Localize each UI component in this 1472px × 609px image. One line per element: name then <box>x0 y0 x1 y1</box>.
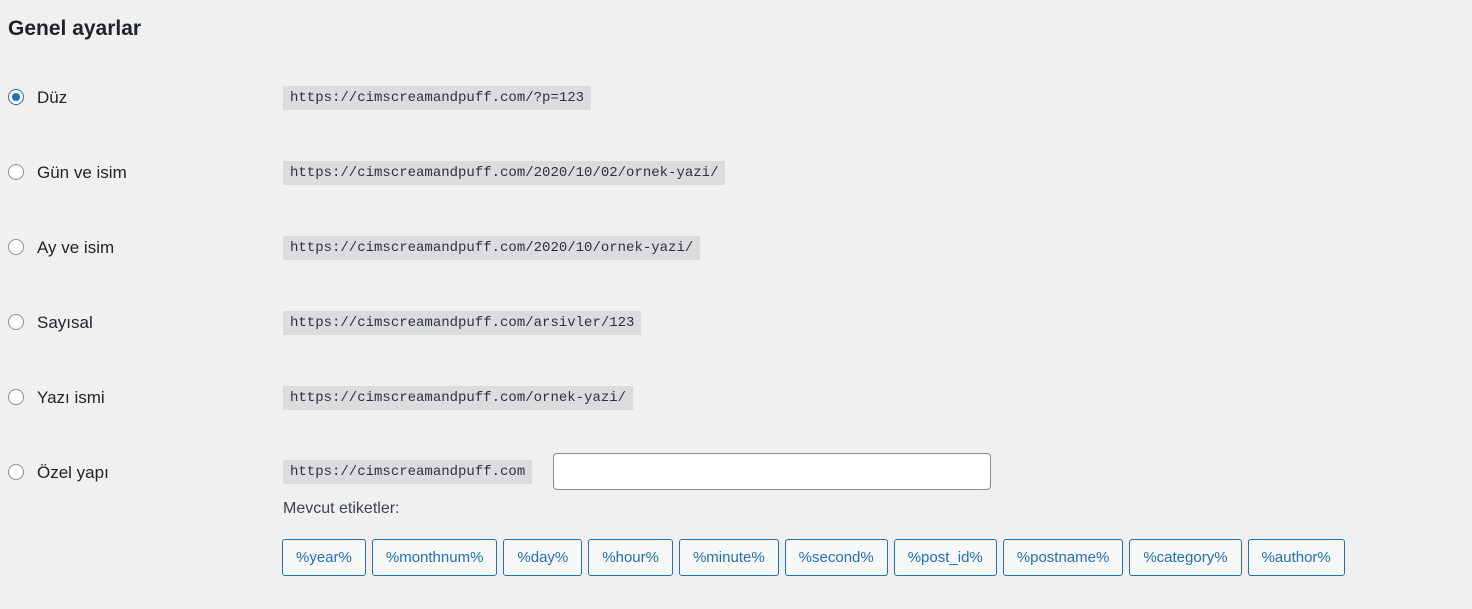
custom-structure-prefix: https://cimscreamandpuff.com <box>283 460 533 484</box>
example-url-ay-ve-isim: https://cimscreamandpuff.com/2020/10/orn… <box>283 236 701 260</box>
option-label-ozel-yapi[interactable]: Özel yapı <box>37 463 109 483</box>
option-label-gun-ve-isim[interactable]: Gün ve isim <box>37 163 127 183</box>
option-label-sayisal[interactable]: Sayısal <box>37 313 93 333</box>
tag-author-button[interactable]: %author% <box>1247 539 1345 576</box>
tag-second-button[interactable]: %second% <box>784 539 888 576</box>
tag-day-button[interactable]: %day% <box>503 539 583 576</box>
tag-monthnum-button[interactable]: %monthnum% <box>371 539 498 576</box>
tag-category-button[interactable]: %category% <box>1129 539 1242 576</box>
tag-hour-button[interactable]: %hour% <box>588 539 673 576</box>
tag-minute-button[interactable]: %minute% <box>678 539 779 576</box>
option-label-yazi-ismi[interactable]: Yazı ismi <box>37 388 105 408</box>
custom-structure-input[interactable] <box>553 453 991 490</box>
available-tags: %year% %monthnum% %day% %hour% %minute% … <box>282 539 1345 577</box>
radio-gun-ve-isim[interactable] <box>8 164 24 180</box>
example-url-gun-ve-isim: https://cimscreamandpuff.com/2020/10/02/… <box>283 161 726 185</box>
radio-ozel-yapi[interactable] <box>8 464 24 480</box>
example-url-sayisal: https://cimscreamandpuff.com/arsivler/12… <box>283 311 642 335</box>
example-url-duz: https://cimscreamandpuff.com/?p=123 <box>283 86 592 110</box>
option-label-ay-ve-isim[interactable]: Ay ve isim <box>37 238 114 258</box>
tag-postname-button[interactable]: %postname% <box>1002 539 1124 576</box>
radio-sayisal[interactable] <box>8 314 24 330</box>
radio-duz[interactable] <box>8 89 24 105</box>
option-label-duz[interactable]: Düz <box>37 88 67 108</box>
available-tags-label: Mevcut etiketler: <box>283 500 400 517</box>
tag-year-button[interactable]: %year% <box>282 539 366 576</box>
radio-ay-ve-isim[interactable] <box>8 239 24 255</box>
tag-post-id-button[interactable]: %post_id% <box>893 539 997 576</box>
section-title: Genel ayarlar <box>8 17 142 40</box>
example-url-yazi-ismi: https://cimscreamandpuff.com/ornek-yazi/ <box>283 386 634 410</box>
radio-yazi-ismi[interactable] <box>8 389 24 405</box>
